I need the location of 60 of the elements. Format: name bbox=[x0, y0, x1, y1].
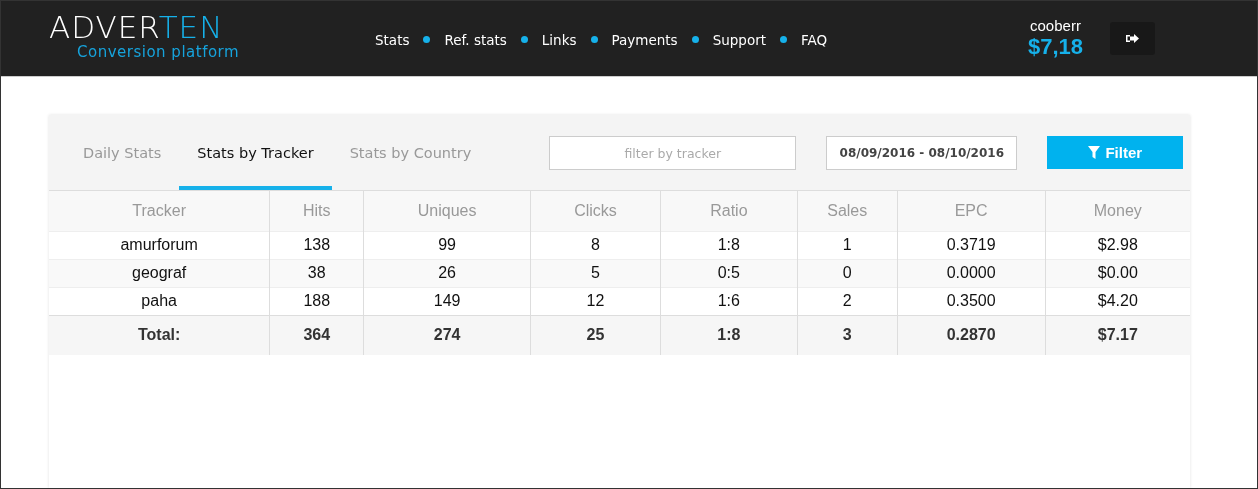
logout-button[interactable] bbox=[1110, 22, 1155, 55]
date-range-field[interactable]: 08/09/2016 - 08/10/2016 bbox=[826, 136, 1018, 170]
nav-link[interactable]: Stats bbox=[375, 31, 410, 48]
table-cell: 0:5 bbox=[660, 259, 798, 287]
column-header: EPC bbox=[897, 191, 1046, 231]
table-cell: 0.3500 bbox=[897, 287, 1046, 315]
table-cell: $2.98 bbox=[1045, 231, 1190, 259]
table-cell: 0.0000 bbox=[897, 259, 1046, 287]
table-cell: 1 bbox=[797, 231, 898, 259]
funnel-icon bbox=[1088, 146, 1101, 159]
table-cell: 38 bbox=[269, 259, 364, 287]
logo-tagline: Conversion platform bbox=[77, 42, 241, 61]
search-field[interactable]: filter by tracker bbox=[549, 136, 797, 170]
nav-separator-dot bbox=[423, 36, 431, 43]
column-header: Ratio bbox=[660, 191, 798, 231]
column-header: Money bbox=[1045, 191, 1190, 231]
table-cell: 0 bbox=[797, 259, 898, 287]
table-cell: 1:8 bbox=[660, 231, 798, 259]
table-cell: geograf bbox=[49, 259, 270, 287]
total-cell: $7.17 bbox=[1045, 315, 1190, 355]
column-header: Sales bbox=[797, 191, 898, 231]
table-cell: amurforum bbox=[49, 231, 270, 259]
nav-link[interactable]: FAQ bbox=[801, 31, 828, 48]
table-cell: 0.3719 bbox=[897, 231, 1046, 259]
table-cell: 26 bbox=[363, 259, 531, 287]
table-cell: 99 bbox=[363, 231, 531, 259]
total-cell: 0.2870 bbox=[897, 315, 1046, 355]
nav-link[interactable]: Ref. stats bbox=[444, 31, 507, 48]
total-cell: Total: bbox=[49, 315, 270, 355]
total-cell: 1:8 bbox=[660, 315, 798, 355]
table-cell: 2 bbox=[797, 287, 898, 315]
table-cell: 149 bbox=[363, 287, 531, 315]
table-cell: 8 bbox=[530, 231, 661, 259]
table-cell: paha bbox=[49, 287, 270, 315]
column-header: Clicks bbox=[530, 191, 661, 231]
username: cooberr bbox=[1030, 17, 1081, 34]
nav-separator-dot bbox=[780, 36, 788, 43]
table-cell: 12 bbox=[530, 287, 661, 315]
column-header: Hits bbox=[269, 191, 364, 231]
total-cell: 364 bbox=[269, 315, 364, 355]
total-cell: 25 bbox=[530, 315, 661, 355]
total-cell: 274 bbox=[363, 315, 531, 355]
table-cell: $4.20 bbox=[1045, 287, 1190, 315]
table-cell: 5 bbox=[530, 259, 661, 287]
nav-separator-dot bbox=[590, 36, 598, 43]
nav-link[interactable]: Support bbox=[712, 31, 767, 48]
balance: $7,18 bbox=[1027, 34, 1083, 60]
nav-link[interactable]: Links bbox=[541, 31, 577, 48]
table-cell: 138 bbox=[269, 231, 364, 259]
total-cell: 3 bbox=[797, 315, 898, 355]
logo-text: ADVERTEN bbox=[49, 10, 225, 43]
table-cell: 188 bbox=[269, 287, 364, 315]
nav-link[interactable]: Payments bbox=[611, 31, 678, 48]
nav-separator-dot bbox=[691, 36, 699, 43]
column-header: Tracker bbox=[49, 191, 270, 231]
sign-out-icon bbox=[1126, 33, 1139, 44]
table-cell: 1:6 bbox=[660, 287, 798, 315]
nav-separator-dot bbox=[520, 36, 528, 43]
column-header: Uniques bbox=[363, 191, 531, 231]
table-cell: $0.00 bbox=[1045, 259, 1190, 287]
